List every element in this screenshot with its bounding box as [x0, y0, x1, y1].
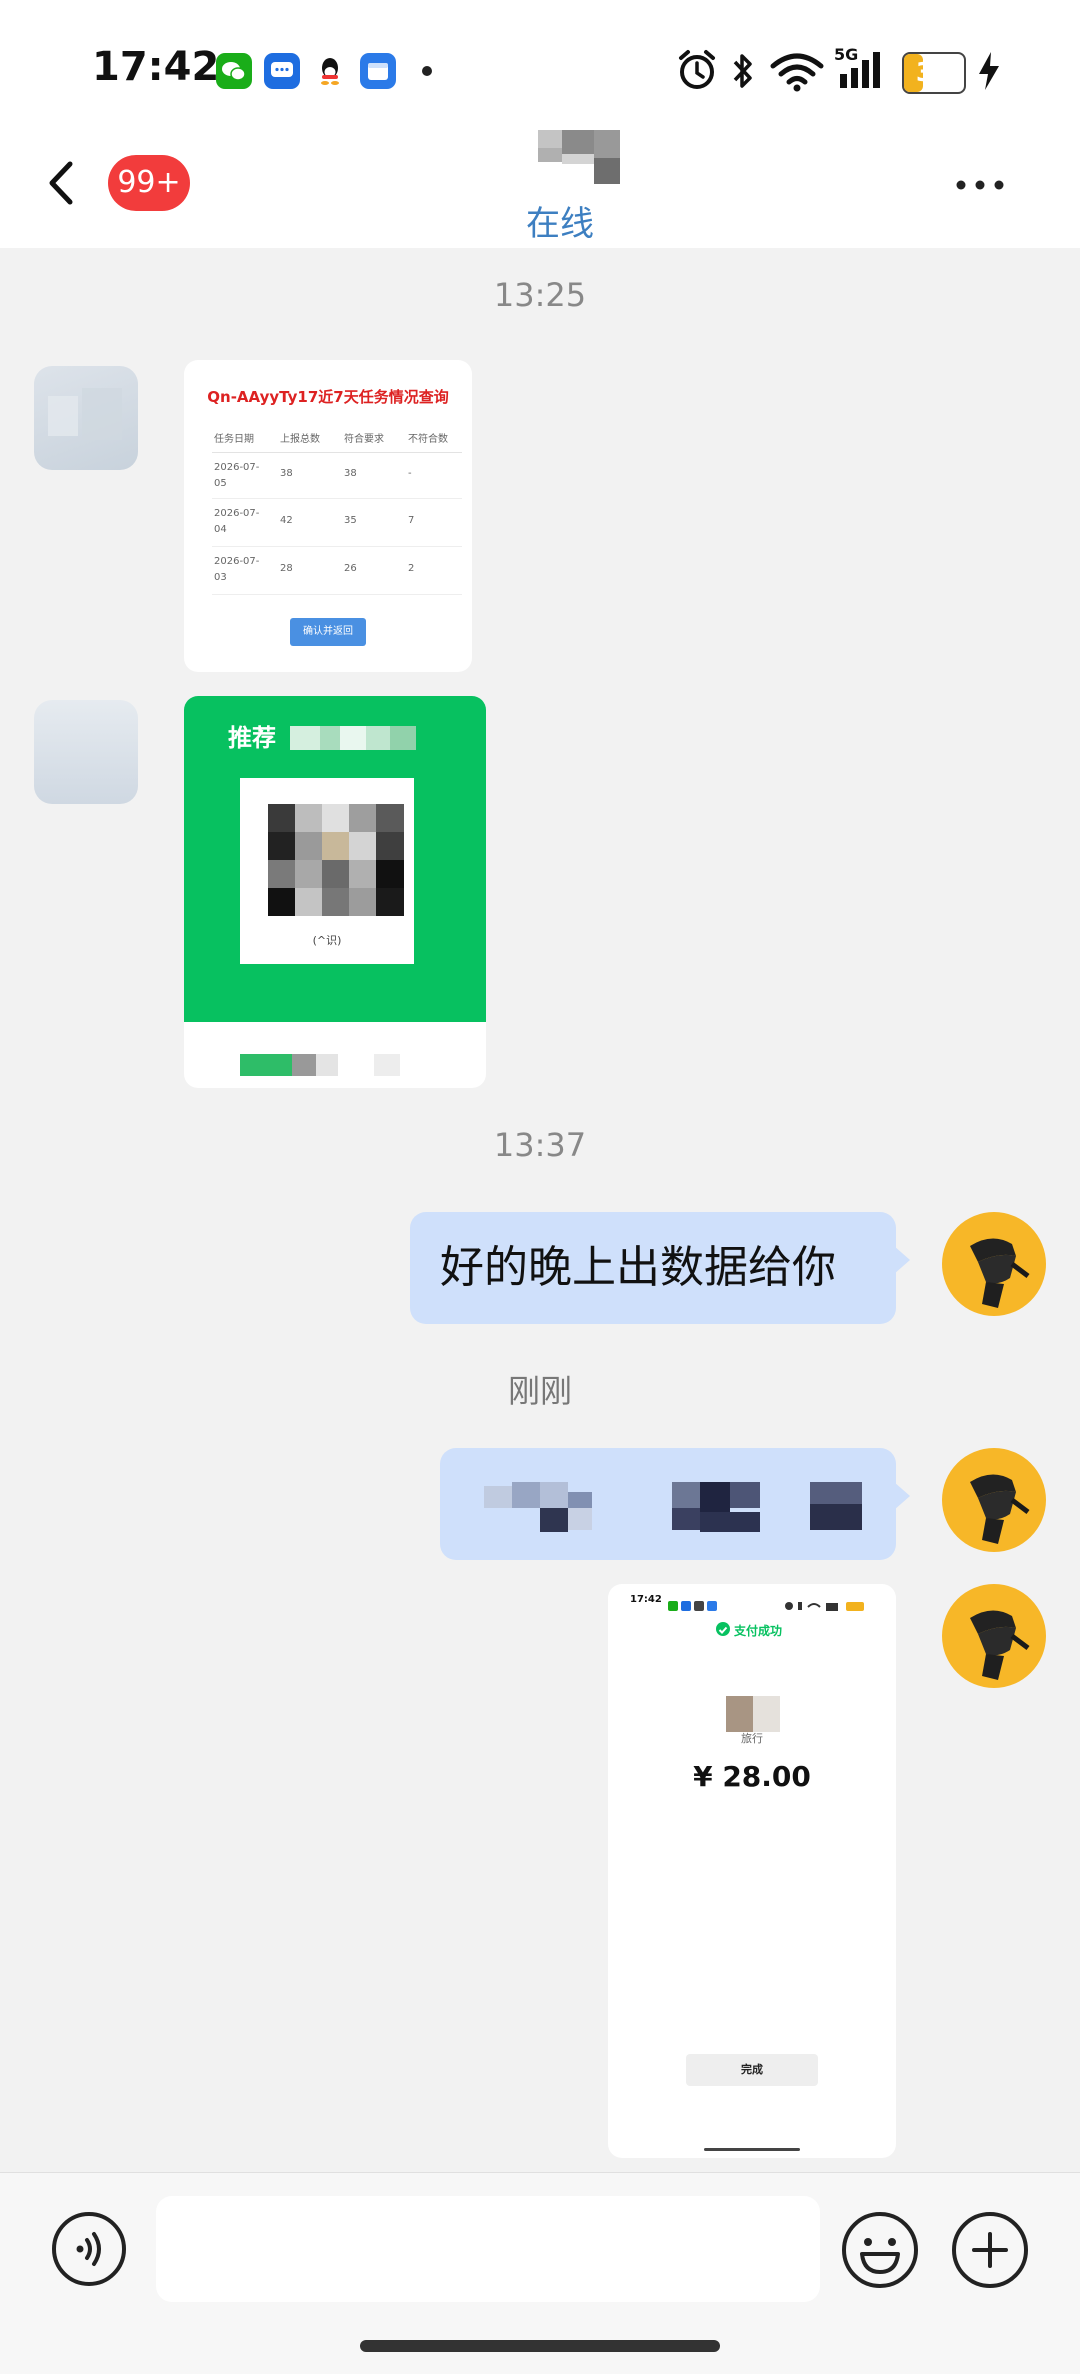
table-cell: 28: [280, 563, 293, 574]
files-icon: [360, 53, 396, 89]
table-cell: 2026-07-03: [214, 556, 260, 583]
qr-code-image-message[interactable]: 推荐 (^识): [184, 696, 486, 1088]
table-cell: 38: [280, 468, 293, 479]
table-cell: -: [408, 468, 412, 479]
more-actions-button[interactable]: [950, 2210, 1030, 2290]
battery-icon: 31: [902, 52, 966, 94]
sent-message-bubble[interactable]: [440, 1448, 896, 1560]
chevron-left-icon: [49, 161, 73, 205]
voice-icon: [52, 2212, 126, 2286]
table-card-title: Qn-AAyyTy17近7天任务情况查询: [207, 388, 449, 406]
table-cell: 42: [280, 515, 293, 526]
my-avatar[interactable]: [942, 1448, 1046, 1552]
qr-code-frame: (^识): [240, 778, 414, 964]
done-button: 完成: [686, 2054, 818, 2086]
avatar-character-icon: [944, 1586, 1044, 1686]
emoji-icon: [842, 2212, 918, 2288]
avatar-character-icon: [944, 1214, 1044, 1314]
online-status: 在线: [526, 204, 594, 244]
more-options-button[interactable]: [950, 160, 1010, 210]
battery-percent: 31: [915, 58, 953, 88]
messages-icon: [264, 53, 300, 89]
table-cell: 26: [344, 563, 357, 574]
signal-icon: 5G: [834, 44, 886, 96]
divider: [212, 452, 462, 453]
divider: [212, 594, 462, 595]
table-header: 上报总数: [280, 434, 320, 445]
mini-status-icons: [668, 1596, 724, 1611]
blurred-footer: [240, 1050, 400, 1078]
table-cell: 35: [344, 515, 357, 526]
divider: [212, 546, 462, 547]
message-input[interactable]: [156, 2196, 820, 2302]
status-time: 17:42: [92, 44, 220, 90]
contact-name: [538, 130, 620, 186]
merchant-logo: [726, 1696, 780, 1732]
my-avatar[interactable]: [942, 1584, 1046, 1688]
svg-text:5G: 5G: [834, 45, 858, 64]
notification-dot-icon: [422, 66, 432, 76]
table-header: 符合要求: [344, 434, 384, 445]
mini-status-time: 17:42: [630, 1594, 662, 1605]
blurred-name: [290, 726, 416, 750]
divider: [212, 498, 462, 499]
payment-success-text: 支付成功: [734, 1624, 783, 1638]
my-avatar[interactable]: [942, 1212, 1046, 1316]
back-button[interactable]: [38, 150, 88, 216]
qq-icon: [312, 53, 348, 89]
unread-count-badge[interactable]: 99+: [108, 155, 190, 211]
bluetooth-icon: [730, 50, 756, 96]
home-indicator: [360, 2340, 720, 2352]
alarm-icon: [676, 48, 718, 96]
contact-avatar[interactable]: [34, 700, 138, 804]
mini-status-right-icons: [784, 1596, 880, 1611]
table-header: 任务日期: [214, 434, 254, 445]
voice-input-button[interactable]: [50, 2210, 128, 2288]
wechat-icon: [216, 53, 252, 89]
qr-caption: (^识): [312, 934, 342, 947]
table-cell: 2026-07-04: [214, 508, 260, 535]
table-cell: 7: [408, 515, 415, 526]
payment-screenshot-message[interactable]: 17:42 支付成功 旅行 ¥ 28.00 完成: [608, 1584, 896, 2158]
sent-message-bubble[interactable]: 好的晚上出数据给你: [410, 1212, 896, 1324]
bubble-tail: [894, 1482, 910, 1510]
table-cell: 38: [344, 468, 357, 479]
blurred-text: [484, 1482, 862, 1532]
table-cell: 2026-07-05: [214, 462, 260, 489]
timestamp: 13:25: [493, 276, 587, 314]
mini-home-indicator: [704, 2148, 800, 2151]
wifi-icon: [770, 52, 824, 96]
plus-icon: [952, 2212, 1028, 2288]
more-icon: [956, 180, 1004, 190]
charging-icon: [976, 50, 1002, 96]
qr-code-icon: [268, 804, 404, 916]
bubble-tail: [894, 1246, 910, 1274]
success-check-icon: [716, 1622, 730, 1636]
emoji-button[interactable]: [840, 2210, 920, 2290]
timestamp: 13:37: [493, 1126, 587, 1164]
confirm-return-button: 确认并返回: [290, 618, 366, 646]
message-text: 好的晚上出数据给你: [440, 1242, 836, 1293]
merchant-name: 旅行: [741, 1732, 763, 1745]
timestamp: 刚刚: [507, 1372, 572, 1410]
avatar-character-icon: [944, 1450, 1044, 1550]
contact-avatar[interactable]: [34, 366, 138, 470]
table-screenshot-message[interactable]: Qn-AAyyTy17近7天任务情况查询 任务日期 上报总数 符合要求 不符合数…: [184, 360, 472, 672]
table-cell: 2: [408, 563, 415, 574]
qr-card-title: 推荐: [228, 724, 276, 752]
table-header: 不符合数: [408, 434, 448, 445]
payment-amount: ¥ 28.00: [693, 1760, 811, 1793]
